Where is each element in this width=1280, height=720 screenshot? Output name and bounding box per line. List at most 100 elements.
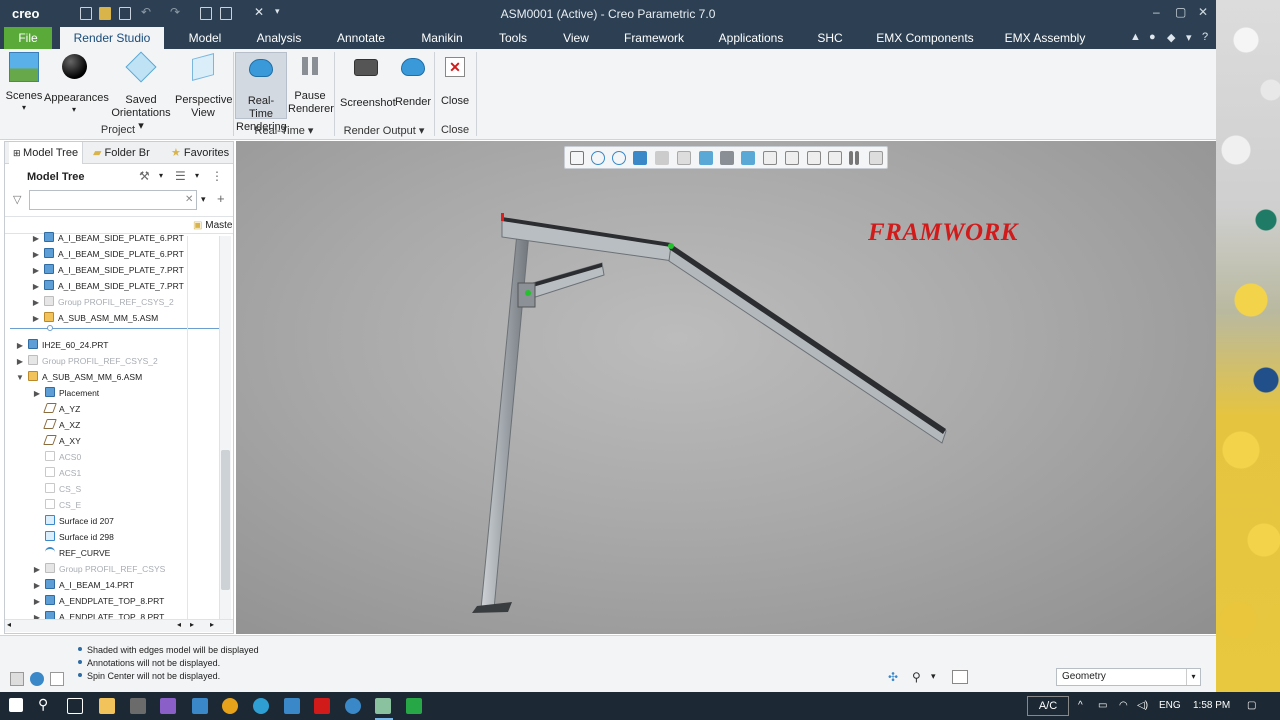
notifications-icon[interactable]: ▢	[1247, 700, 1256, 711]
pause-icon[interactable]	[849, 151, 853, 165]
real-time-rendering-button[interactable]: Real-Time Rendering	[235, 52, 287, 133]
tree-row[interactable]: CS_S	[32, 481, 81, 497]
annotation-display-icon[interactable]	[785, 151, 799, 165]
tab-shc[interactable]: SHC	[808, 27, 852, 49]
battery-icon[interactable]: ▭	[1098, 700, 1107, 711]
expand-arrow-icon[interactable]: ▶	[31, 247, 41, 263]
tree-row[interactable]: ▶ A_I_BEAM_SIDE_PLATE_6.PRT	[31, 246, 184, 262]
tab-view[interactable]: View	[552, 27, 600, 49]
expand-arrow-icon[interactable]: ▶	[32, 594, 42, 610]
tree-row[interactable]: A_XY	[32, 433, 81, 449]
tree-horizontal-scrollbar[interactable]: ◂ ◂ ▸ ▸	[5, 619, 233, 632]
tree-row[interactable]: Surface id 207	[32, 513, 114, 529]
tab-tools[interactable]: Tools	[488, 27, 538, 49]
tray-expand-icon[interactable]: ^	[1078, 700, 1083, 711]
tab-applications[interactable]: Applications	[708, 27, 794, 49]
show-icon[interactable]: ☰	[175, 169, 186, 183]
view-manager-icon[interactable]	[720, 151, 734, 165]
chat-icon[interactable]	[345, 698, 361, 714]
pen-icon[interactable]	[192, 698, 208, 714]
repaint-icon[interactable]	[633, 151, 647, 165]
tree-row[interactable]: ACS1	[32, 465, 81, 481]
expand-arrow-icon[interactable]: ▶	[15, 338, 25, 354]
tree-row[interactable]: ▶ A_I_BEAM_SIDE_PLATE_6.PRT	[31, 230, 184, 246]
split-handle[interactable]	[47, 325, 53, 331]
tree-row[interactable]: REF_CURVE	[32, 545, 110, 561]
show-dropdown-icon[interactable]: ▾	[195, 171, 199, 180]
search-dropdown-icon[interactable]: ▾	[201, 194, 206, 205]
minimize-button[interactable]: –	[1153, 5, 1160, 19]
camtasia-icon[interactable]	[406, 698, 422, 714]
close-button[interactable]: ✕	[1198, 5, 1208, 19]
edge-icon[interactable]	[253, 698, 269, 714]
expand-arrow-icon[interactable]: ▶	[32, 386, 42, 402]
wifi-icon[interactable]: ◠	[1119, 700, 1128, 711]
expand-arrow-icon[interactable]: ▶	[15, 354, 25, 370]
selection-filter-dropdown[interactable]: Geometry ▾	[1056, 668, 1201, 686]
tree-row[interactable]: ▶ A_I_BEAM_14.PRT	[32, 577, 134, 593]
scrollbar-thumb[interactable]	[221, 450, 230, 590]
clear-search-icon[interactable]: ✕	[185, 194, 193, 205]
tree-row[interactable]: ▶ Placement	[32, 385, 99, 401]
selection-box-icon[interactable]	[952, 670, 968, 684]
tree-row[interactable]: ▶ A_ENDPLATE_TOP_8.PRT	[32, 593, 164, 609]
zoom-in-icon[interactable]	[591, 151, 605, 165]
acrobat-icon[interactable]	[314, 698, 330, 714]
scroll-left-icon-2[interactable]: ◂	[177, 620, 181, 629]
tree-row[interactable]: ▼ A_SUB_ASM_MM_6.ASM	[15, 369, 142, 385]
ac-indicator[interactable]: A/C	[1027, 696, 1069, 716]
creo-icon[interactable]	[375, 698, 391, 714]
pan-zoom-icon[interactable]	[655, 151, 669, 165]
close-viewport-icon[interactable]	[869, 151, 883, 165]
datum-display-icon[interactable]	[763, 151, 777, 165]
perspective-view-button[interactable]: Perspective View	[175, 52, 232, 120]
appearance-display-icon[interactable]	[828, 151, 842, 165]
find-icon[interactable]: ⚲	[912, 670, 921, 684]
tab-favorites[interactable]: ★ Favorites	[171, 146, 229, 159]
browser-icon[interactable]	[30, 672, 44, 686]
tab-file[interactable]: File	[4, 27, 52, 49]
layout-icon[interactable]	[10, 672, 24, 686]
tree-filter-icon[interactable]: ⋮	[211, 169, 223, 183]
chrome-icon[interactable]	[222, 698, 238, 714]
add-icon[interactable]: +	[217, 191, 225, 206]
spin-center-icon[interactable]	[807, 151, 821, 165]
tree-row[interactable]: ▶ Group PROFIL_REF_CSYS_2	[15, 353, 158, 369]
expand-arrow-icon[interactable]: ▶	[31, 295, 41, 311]
tab-render-studio[interactable]: Render Studio	[60, 27, 164, 49]
tree-row[interactable]: A_YZ	[32, 401, 80, 417]
tree-row[interactable]: A_XZ	[32, 417, 80, 433]
scroll-left-icon[interactable]: ◂	[7, 620, 11, 629]
tree-row[interactable]: ACS0	[32, 449, 81, 465]
expand-arrow-icon[interactable]: ▶	[31, 263, 41, 279]
perspective-icon[interactable]	[741, 151, 755, 165]
help-icon[interactable]: ?	[1202, 31, 1208, 43]
group-realtime-label[interactable]: Real-Time ▾	[234, 124, 334, 137]
display-style-icon[interactable]	[677, 151, 691, 165]
search-icon[interactable]: ⚲	[38, 696, 48, 713]
tree-settings-icon[interactable]: ⚒	[139, 169, 150, 183]
group-render-output-label[interactable]: Render Output ▾	[336, 124, 432, 137]
maximize-button[interactable]: ▢	[1175, 5, 1186, 19]
tab-framework[interactable]: Framework	[614, 27, 694, 49]
scenes-button[interactable]: Scenes ▾	[5, 52, 43, 112]
tab-manikin[interactable]: Manikin	[410, 27, 474, 49]
collapse-arrow-icon[interactable]: ▼	[15, 370, 25, 386]
tab-model[interactable]: Model	[176, 27, 234, 49]
media-icon[interactable]	[130, 698, 146, 714]
tab-emx-assembly[interactable]: EMX Assembly	[998, 27, 1092, 49]
tab-emx-components[interactable]: EMX Components	[866, 27, 984, 49]
render-button[interactable]: Render	[394, 52, 432, 109]
tree-row[interactable]: ▶ Group PROFIL_REF_CSYS_2	[31, 294, 174, 310]
full-screen-icon[interactable]	[50, 672, 64, 686]
tree-row[interactable]: CS_E	[32, 497, 81, 513]
saved-orientations-button[interactable]: Saved Orientations ▾	[108, 51, 174, 133]
tree-settings-dropdown-icon[interactable]: ▾	[159, 171, 163, 180]
scroll-right-icon[interactable]: ▸	[190, 620, 194, 629]
scroll-right-icon-2[interactable]: ▸	[210, 620, 214, 629]
visual-studio-icon[interactable]	[160, 698, 176, 714]
notification-icon[interactable]: ●	[1149, 31, 1156, 43]
tree-row[interactable]: ▶ A_I_BEAM_SIDE_PLATE_7.PRT	[31, 278, 184, 294]
close-render-studio-button[interactable]: ✕ Close	[438, 52, 472, 108]
smart-select-icon[interactable]: ✣	[888, 670, 898, 684]
